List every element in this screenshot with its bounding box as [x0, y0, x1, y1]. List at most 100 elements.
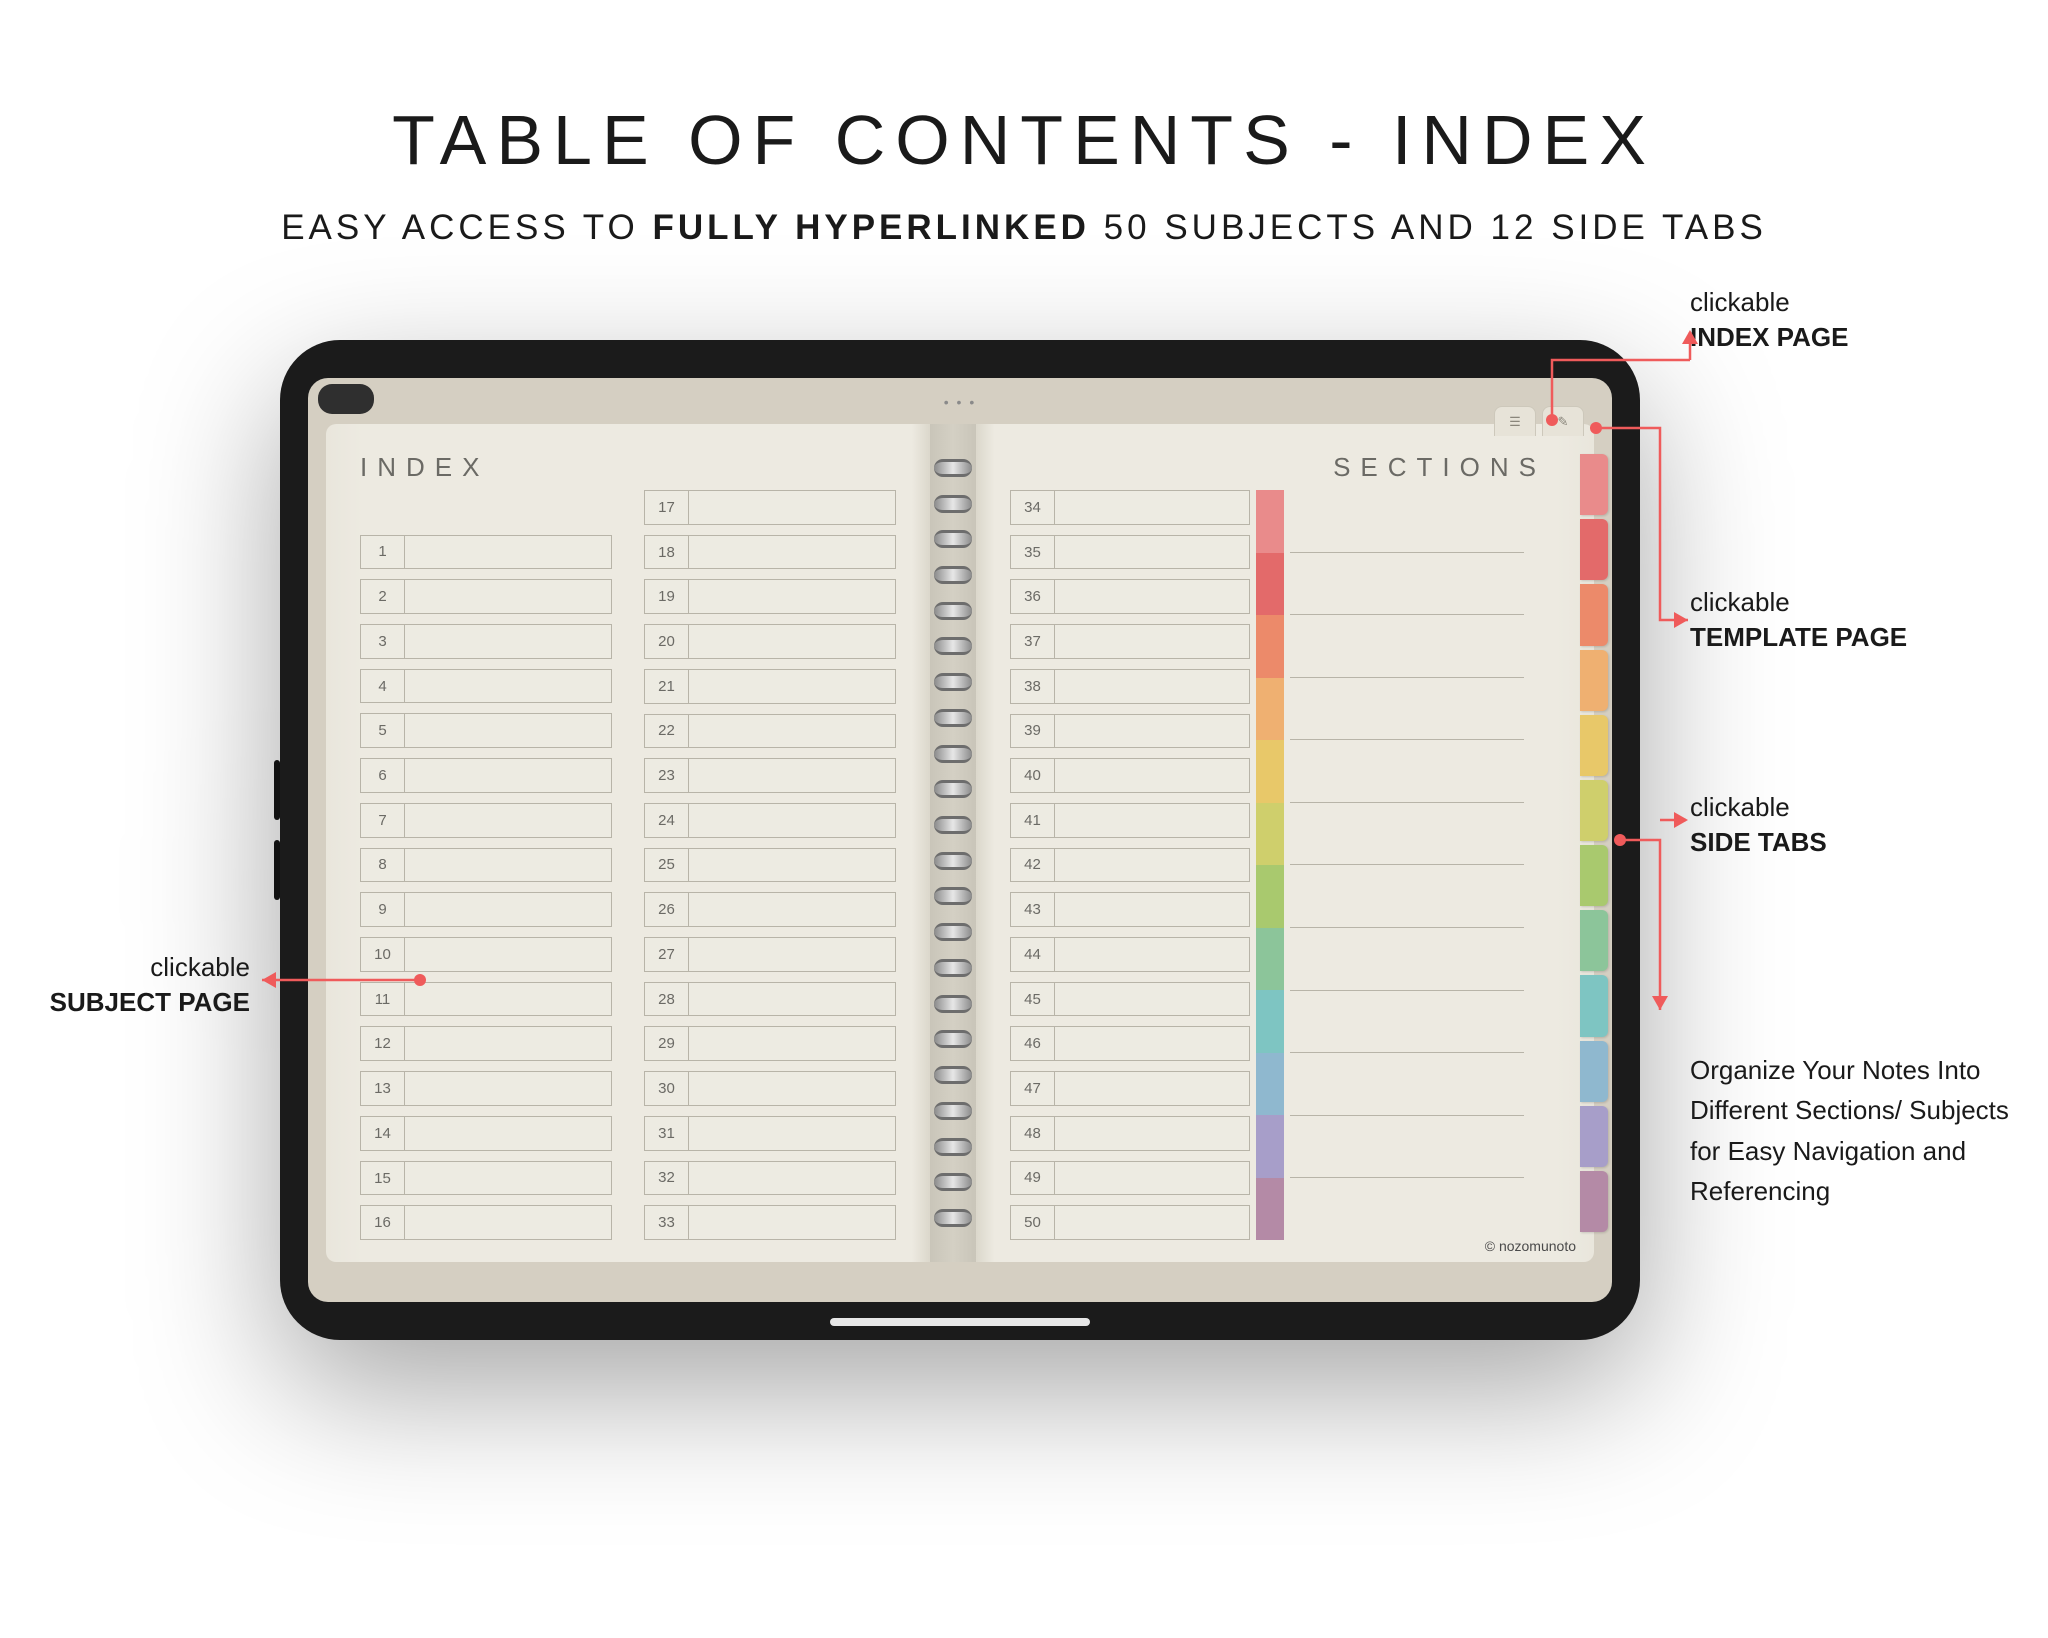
index-number: 28: [645, 983, 689, 1016]
section-row-8[interactable]: [1290, 928, 1524, 991]
index-row-45[interactable]: 45: [1010, 982, 1250, 1017]
index-number: 3: [361, 625, 405, 658]
page-right: ☰ ✎ SECTIONS 343536373839404142434445464…: [976, 424, 1594, 1262]
side-tab-10[interactable]: [1580, 1041, 1608, 1102]
index-row-46[interactable]: 46: [1010, 1026, 1250, 1061]
side-tab-5[interactable]: [1580, 715, 1608, 776]
section-row-7[interactable]: [1290, 865, 1524, 928]
index-number: 22: [645, 715, 689, 748]
index-number: 1: [361, 536, 405, 569]
index-row-21[interactable]: 21: [644, 669, 896, 704]
index-row-19[interactable]: 19: [644, 579, 896, 614]
index-row-13[interactable]: 13: [360, 1071, 612, 1106]
index-row-3[interactable]: 3: [360, 624, 612, 659]
index-number: 7: [361, 804, 405, 837]
side-tab-6[interactable]: [1580, 780, 1608, 841]
toolbar-pill[interactable]: [318, 384, 374, 414]
index-number: 50: [1011, 1206, 1055, 1239]
index-row-4[interactable]: 4: [360, 669, 612, 704]
index-row-36[interactable]: 36: [1010, 579, 1250, 614]
index-row-27[interactable]: 27: [644, 937, 896, 972]
index-row-12[interactable]: 12: [360, 1026, 612, 1061]
index-row-25[interactable]: 25: [644, 848, 896, 883]
index-number: 43: [1011, 893, 1055, 926]
index-row-30[interactable]: 30: [644, 1071, 896, 1106]
section-row-12[interactable]: [1290, 1178, 1524, 1240]
index-row-31[interactable]: 31: [644, 1116, 896, 1151]
side-tab-1[interactable]: [1580, 454, 1608, 515]
side-tab-11[interactable]: [1580, 1106, 1608, 1167]
index-number: 16: [361, 1206, 405, 1239]
index-row-50[interactable]: 50: [1010, 1205, 1250, 1240]
index-number: 48: [1011, 1117, 1055, 1150]
index-row-40[interactable]: 40: [1010, 758, 1250, 793]
side-tab-2[interactable]: [1580, 519, 1608, 580]
index-number: 13: [361, 1072, 405, 1105]
index-number: 41: [1011, 804, 1055, 837]
side-tab-8[interactable]: [1580, 910, 1608, 971]
index-row-33[interactable]: 33: [644, 1205, 896, 1240]
index-row-16[interactable]: 16: [360, 1205, 612, 1240]
index-tab[interactable]: ☰: [1494, 406, 1536, 436]
callout-template-page: clickable TEMPLATE PAGE: [1690, 585, 1907, 655]
index-number: 27: [645, 938, 689, 971]
section-row-5[interactable]: [1290, 740, 1524, 803]
index-row-26[interactable]: 26: [644, 892, 896, 927]
section-row-11[interactable]: [1290, 1116, 1524, 1179]
index-number: 21: [645, 670, 689, 703]
side-tab-9[interactable]: [1580, 975, 1608, 1036]
side-tab-7[interactable]: [1580, 845, 1608, 906]
index-row-6[interactable]: 6: [360, 758, 612, 793]
index-row-5[interactable]: 5: [360, 713, 612, 748]
index-row-32[interactable]: 32: [644, 1161, 896, 1196]
index-row-15[interactable]: 15: [360, 1161, 612, 1196]
index-row-14[interactable]: 14: [360, 1116, 612, 1151]
index-number: 23: [645, 759, 689, 792]
index-number: 15: [361, 1162, 405, 1195]
index-row-20[interactable]: 20: [644, 624, 896, 659]
template-tab[interactable]: ✎: [1542, 406, 1584, 436]
index-row-22[interactable]: 22: [644, 714, 896, 749]
index-row-10[interactable]: 10: [360, 937, 612, 972]
index-row-38[interactable]: 38: [1010, 669, 1250, 704]
index-row-28[interactable]: 28: [644, 982, 896, 1017]
index-row-34[interactable]: 34: [1010, 490, 1250, 525]
section-row-1[interactable]: [1290, 490, 1524, 553]
index-number: 2: [361, 580, 405, 613]
index-row-7[interactable]: 7: [360, 803, 612, 838]
index-row-18[interactable]: 18: [644, 535, 896, 570]
section-row-6[interactable]: [1290, 803, 1524, 866]
index-row-2[interactable]: 2: [360, 579, 612, 614]
index-row-23[interactable]: 23: [644, 758, 896, 793]
side-tab-12[interactable]: [1580, 1171, 1608, 1232]
sections-list: [1290, 490, 1524, 1240]
index-row-41[interactable]: 41: [1010, 803, 1250, 838]
index-row-24[interactable]: 24: [644, 803, 896, 838]
index-row-29[interactable]: 29: [644, 1026, 896, 1061]
index-number: 24: [645, 804, 689, 837]
side-tab-3[interactable]: [1580, 584, 1608, 645]
index-row-47[interactable]: 47: [1010, 1071, 1250, 1106]
index-row-42[interactable]: 42: [1010, 848, 1250, 883]
section-row-3[interactable]: [1290, 615, 1524, 678]
index-row-48[interactable]: 48: [1010, 1116, 1250, 1151]
side-tab-4[interactable]: [1580, 650, 1608, 711]
index-number: 46: [1011, 1027, 1055, 1060]
index-row-43[interactable]: 43: [1010, 892, 1250, 927]
index-row-1[interactable]: 1: [360, 535, 612, 570]
index-row-37[interactable]: 37: [1010, 624, 1250, 659]
section-row-4[interactable]: [1290, 678, 1524, 741]
index-row-17[interactable]: 17: [644, 490, 896, 525]
section-row-2[interactable]: [1290, 553, 1524, 616]
index-row-44[interactable]: 44: [1010, 937, 1250, 972]
index-row-49[interactable]: 49: [1010, 1161, 1250, 1196]
index-row-39[interactable]: 39: [1010, 714, 1250, 749]
index-row-35[interactable]: 35: [1010, 535, 1250, 570]
section-color-strip: [1256, 490, 1284, 1240]
index-row-8[interactable]: 8: [360, 848, 612, 883]
section-row-9[interactable]: [1290, 991, 1524, 1054]
index-row-11[interactable]: 11: [360, 982, 612, 1017]
section-row-10[interactable]: [1290, 1053, 1524, 1116]
index-row-9[interactable]: 9: [360, 892, 612, 927]
index-number: 30: [645, 1072, 689, 1105]
